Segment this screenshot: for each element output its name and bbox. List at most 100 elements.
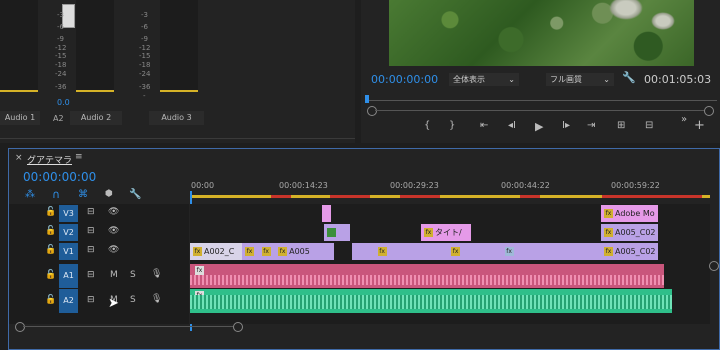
lock-icon[interactable]: 🔓 <box>45 295 56 305</box>
track-v3-target[interactable]: V3 <box>59 205 78 222</box>
fx-badge: fx <box>424 228 433 237</box>
step-back-button[interactable]: ◂I <box>508 120 516 131</box>
db-label: -24 <box>55 70 67 78</box>
add-marker-icon[interactable]: ⬢ <box>105 189 113 199</box>
sync-lock-icon[interactable]: ⊟ <box>87 226 95 236</box>
video-frame-detail <box>651 12 675 30</box>
scroll-handle-right[interactable] <box>233 322 243 332</box>
sync-lock-icon[interactable]: ⊟ <box>87 295 95 305</box>
scroll-handle-left[interactable] <box>15 322 25 332</box>
wrench-icon[interactable]: 🔧 <box>129 189 141 200</box>
clip-label: A002_C <box>204 247 235 256</box>
v1-clips-group[interactable]: fx fx fx <box>352 243 601 260</box>
go-to-in-button[interactable]: ⇤ <box>480 120 488 131</box>
extract-button[interactable]: ⊟ <box>645 120 653 131</box>
lock-icon[interactable]: 🔓 <box>45 245 56 255</box>
monitor-playhead[interactable] <box>365 95 369 103</box>
play-button[interactable]: ▶ <box>535 120 543 133</box>
microphone-icon[interactable]: 🎙 <box>151 294 162 304</box>
close-tab-icon[interactable]: × <box>15 153 23 163</box>
channel-audio-3-label: Audio 3 <box>149 111 204 125</box>
monitor-scrollbar[interactable] <box>375 110 705 111</box>
more-controls-icon[interactable]: » <box>681 114 687 125</box>
mute-button[interactable]: M <box>110 270 118 280</box>
sync-lock-icon[interactable]: ⊟ <box>87 270 95 280</box>
lift-button[interactable]: ⊞ <box>617 120 625 131</box>
snap-magnet-icon[interactable]: ∩ <box>52 188 60 201</box>
render-bar-segment <box>400 195 440 198</box>
video-frame-detail <box>609 0 643 20</box>
lock-icon[interactable]: 🔓 <box>45 226 56 236</box>
clip-label: A005_C02 <box>615 228 656 237</box>
volume-level-readout[interactable]: 0.0 <box>57 98 70 107</box>
track-a1-target[interactable]: A1 <box>59 264 78 288</box>
v1-a005-end-clip[interactable]: fx A005_C02 <box>601 243 658 260</box>
db-label: -24 <box>139 70 151 78</box>
linked-selection-icon[interactable]: ⌘ <box>78 189 88 200</box>
db-label: -6 <box>57 23 64 31</box>
v2-title-clip[interactable]: fx タイト/ <box>421 224 471 241</box>
fx-badge: fx <box>278 247 288 256</box>
eye-icon[interactable]: 👁 <box>108 245 119 255</box>
add-button[interactable]: + <box>694 118 705 133</box>
db-label: -9 <box>141 35 148 43</box>
eye-icon[interactable]: 👁 <box>108 226 119 236</box>
monitor-time-ruler[interactable] <box>365 95 717 105</box>
mark-in-button[interactable]: { <box>424 120 430 131</box>
chevron-down-icon: ⌄ <box>603 75 610 84</box>
quality-select-value: フル画質 <box>550 75 582 84</box>
render-bar-segment <box>271 195 291 198</box>
step-forward-button[interactable]: I▸ <box>562 120 570 131</box>
channel-audio-2-label: Audio 2 <box>70 111 122 125</box>
timeline-vertical-scrollbar[interactable] <box>23 326 233 327</box>
wrench-icon[interactable]: 🔧 <box>622 71 636 84</box>
a1-audio-clip[interactable]: fx <box>190 264 664 288</box>
v2-a005-clip[interactable]: fx A005_C02 <box>601 224 658 241</box>
panel-menu-icon[interactable]: ≡ <box>75 152 83 162</box>
solo-button[interactable]: S <box>130 270 136 280</box>
db-label: -36 <box>55 83 67 91</box>
sync-lock-icon[interactable]: ⊟ <box>87 245 95 255</box>
microphone-icon[interactable]: 🎙 <box>151 269 162 279</box>
timeline-zoom-handle[interactable] <box>709 261 719 271</box>
track-v2-target[interactable]: V2 <box>59 224 78 241</box>
timeline-playhead-timecode[interactable]: 00:00:00:00 <box>23 170 96 184</box>
db-label: -12 <box>55 44 67 52</box>
scroll-handle-left[interactable] <box>367 106 377 116</box>
lock-icon[interactable]: 🔓 <box>45 270 56 280</box>
db-label: - <box>143 92 146 100</box>
track-a2-target[interactable]: A2 <box>59 289 78 313</box>
go-to-out-button[interactable]: ⇥ <box>587 120 595 131</box>
playback-quality-select[interactable]: フル画質 ⌄ <box>546 73 614 86</box>
solo-button[interactable]: S <box>130 295 136 305</box>
zoom-select[interactable]: 全体表示 ⌄ <box>449 73 519 86</box>
db-label: -3 <box>57 11 64 19</box>
ruler-label: 00:00 <box>191 181 215 190</box>
ruler-label: 00:00:29:23 <box>390 181 439 190</box>
scroll-handle-right[interactable] <box>704 106 714 116</box>
clip-label: タイト/ <box>435 228 462 237</box>
clip-label: Adobe Mo <box>615 209 655 218</box>
mark-out-button[interactable]: } <box>449 120 455 131</box>
v3-adobe-clip[interactable]: fx Adobe Mo <box>601 205 658 222</box>
lock-icon[interactable]: 🔓 <box>45 207 56 217</box>
zoom-select-value: 全体表示 <box>453 75 485 84</box>
db-label: -6 <box>141 23 148 31</box>
v1-a002-clip[interactable]: fx A002_C <box>190 243 242 260</box>
db-label: -15 <box>139 52 151 60</box>
a2-audio-clip[interactable]: fx <box>190 289 672 313</box>
insert-sequence-icon[interactable]: ⁂ <box>25 189 35 200</box>
render-bar-segment <box>602 195 702 198</box>
video-frame <box>389 0 694 66</box>
v1-a005-clip[interactable]: fx fx fx A005 <box>242 243 334 260</box>
eye-icon[interactable]: 👁 <box>108 207 119 217</box>
a2-waveform <box>190 295 672 309</box>
meter-audio-1 <box>0 0 38 92</box>
sequence-tab[interactable]: グアテマラ <box>27 153 72 166</box>
db-label: -18 <box>139 61 151 69</box>
track-v1-target[interactable]: V1 <box>59 243 78 260</box>
sync-lock-icon[interactable]: ⊟ <box>87 207 95 217</box>
v2-clip[interactable] <box>324 224 350 241</box>
v3-title-clip[interactable] <box>322 205 331 222</box>
playhead-timecode[interactable]: 00:00:00:00 <box>371 73 438 86</box>
